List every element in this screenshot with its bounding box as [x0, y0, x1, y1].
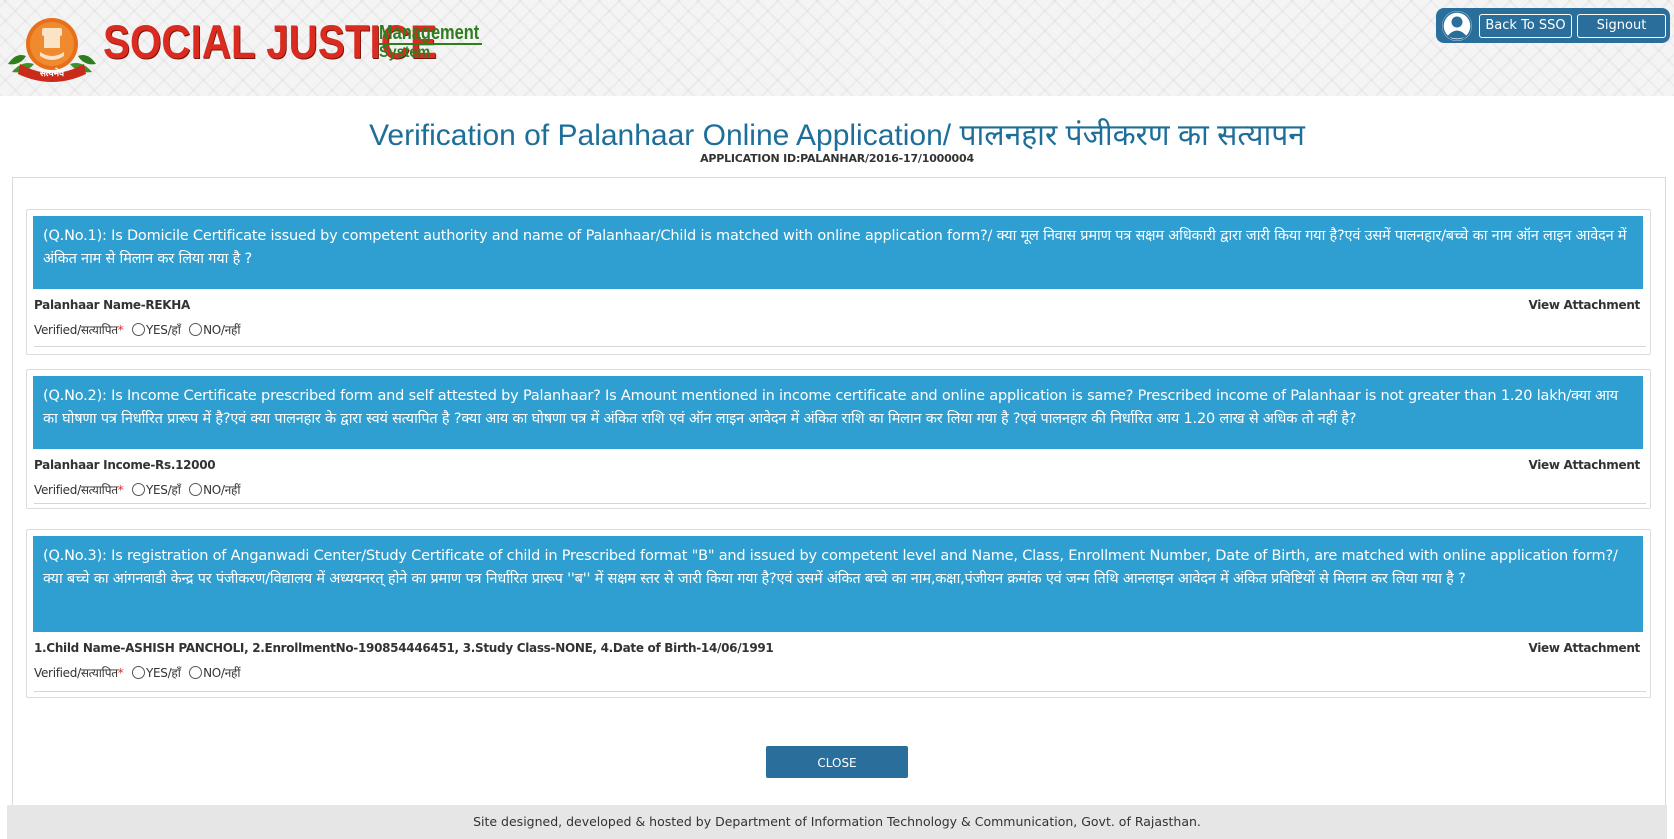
question-card-1: (Q.No.1): Is Domicile Certificate issued… — [26, 209, 1651, 355]
no-radio[interactable] — [189, 483, 203, 496]
view-attachment-link[interactable]: View Attachment — [1528, 641, 1640, 655]
yes-label: YES/हाँ — [145, 323, 181, 337]
required-star: * — [117, 483, 124, 497]
yes-label: YES/हाँ — [145, 666, 181, 680]
verified-radio-group: Verified/सत्यापित* YES/हाँ NO/नहीं — [34, 481, 240, 498]
site-footer: Site designed, developed & hosted by Dep… — [7, 805, 1667, 839]
question-header: (Q.No.3): Is registration of Anganwadi C… — [33, 536, 1643, 632]
divider — [34, 503, 1646, 504]
palanhaar-name: Palanhaar Name-REKHA — [34, 298, 190, 312]
question-header: (Q.No.1): Is Domicile Certificate issued… — [33, 216, 1643, 289]
no-radio[interactable] — [189, 323, 203, 336]
verified-radio-group: Verified/सत्यापित* YES/हाँ NO/नहीं — [34, 664, 240, 681]
yes-radio[interactable] — [131, 323, 145, 336]
brand-subtitle-management: Management — [379, 22, 480, 44]
divider — [34, 691, 1646, 692]
back-to-sso-button[interactable]: Back To SSO — [1479, 14, 1572, 38]
yes-radio[interactable] — [131, 483, 145, 496]
view-attachment-link[interactable]: View Attachment — [1528, 298, 1640, 312]
no-label: NO/नहीं — [203, 483, 241, 497]
required-star: * — [117, 323, 124, 337]
brand-subtitle-system: System — [379, 44, 431, 61]
question-header: (Q.No.2): Is Income Certificate prescrib… — [33, 376, 1643, 449]
question-card-2: (Q.No.2): Is Income Certificate prescrib… — [26, 369, 1651, 509]
page: सत्यमेव SOCIAL JUSTICE Management System… — [0, 0, 1674, 839]
question-card-3: (Q.No.3): Is registration of Anganwadi C… — [26, 529, 1651, 698]
palanhaar-income: Palanhaar Income-Rs.12000 — [34, 458, 216, 472]
no-radio[interactable] — [189, 666, 203, 679]
no-label: NO/नहीं — [203, 666, 241, 680]
yes-label: YES/हाँ — [145, 483, 181, 497]
yes-radio[interactable] — [131, 666, 145, 679]
verified-label: Verified/सत्यापित — [34, 666, 118, 680]
divider — [34, 346, 1646, 347]
verified-label: Verified/सत्यापित — [34, 483, 118, 497]
child-details: 1.Child Name-ASHISH PANCHOLI, 2.Enrollme… — [34, 641, 774, 655]
page-title: Verification of Palanhaar Online Applica… — [369, 119, 1305, 152]
view-attachment-link[interactable]: View Attachment — [1528, 458, 1640, 472]
rajasthan-emblem-logo: सत्यमेव — [8, 18, 96, 82]
verified-radio-group: Verified/सत्यापित* YES/हाँ NO/नहीं — [34, 321, 240, 338]
verified-label: Verified/सत्यापित — [34, 323, 118, 337]
user-avatar-icon[interactable] — [1442, 11, 1472, 41]
no-label: NO/नहीं — [203, 323, 241, 337]
required-star: * — [117, 666, 124, 680]
close-button[interactable]: CLOSE — [766, 746, 908, 778]
site-header: सत्यमेव SOCIAL JUSTICE Management System… — [0, 0, 1674, 96]
svg-text:सत्यमेव: सत्यमेव — [39, 67, 65, 79]
application-id: APPLICATION ID:PALANHAR/2016-17/1000004 — [700, 152, 974, 165]
signout-button[interactable]: Signout — [1577, 14, 1666, 38]
